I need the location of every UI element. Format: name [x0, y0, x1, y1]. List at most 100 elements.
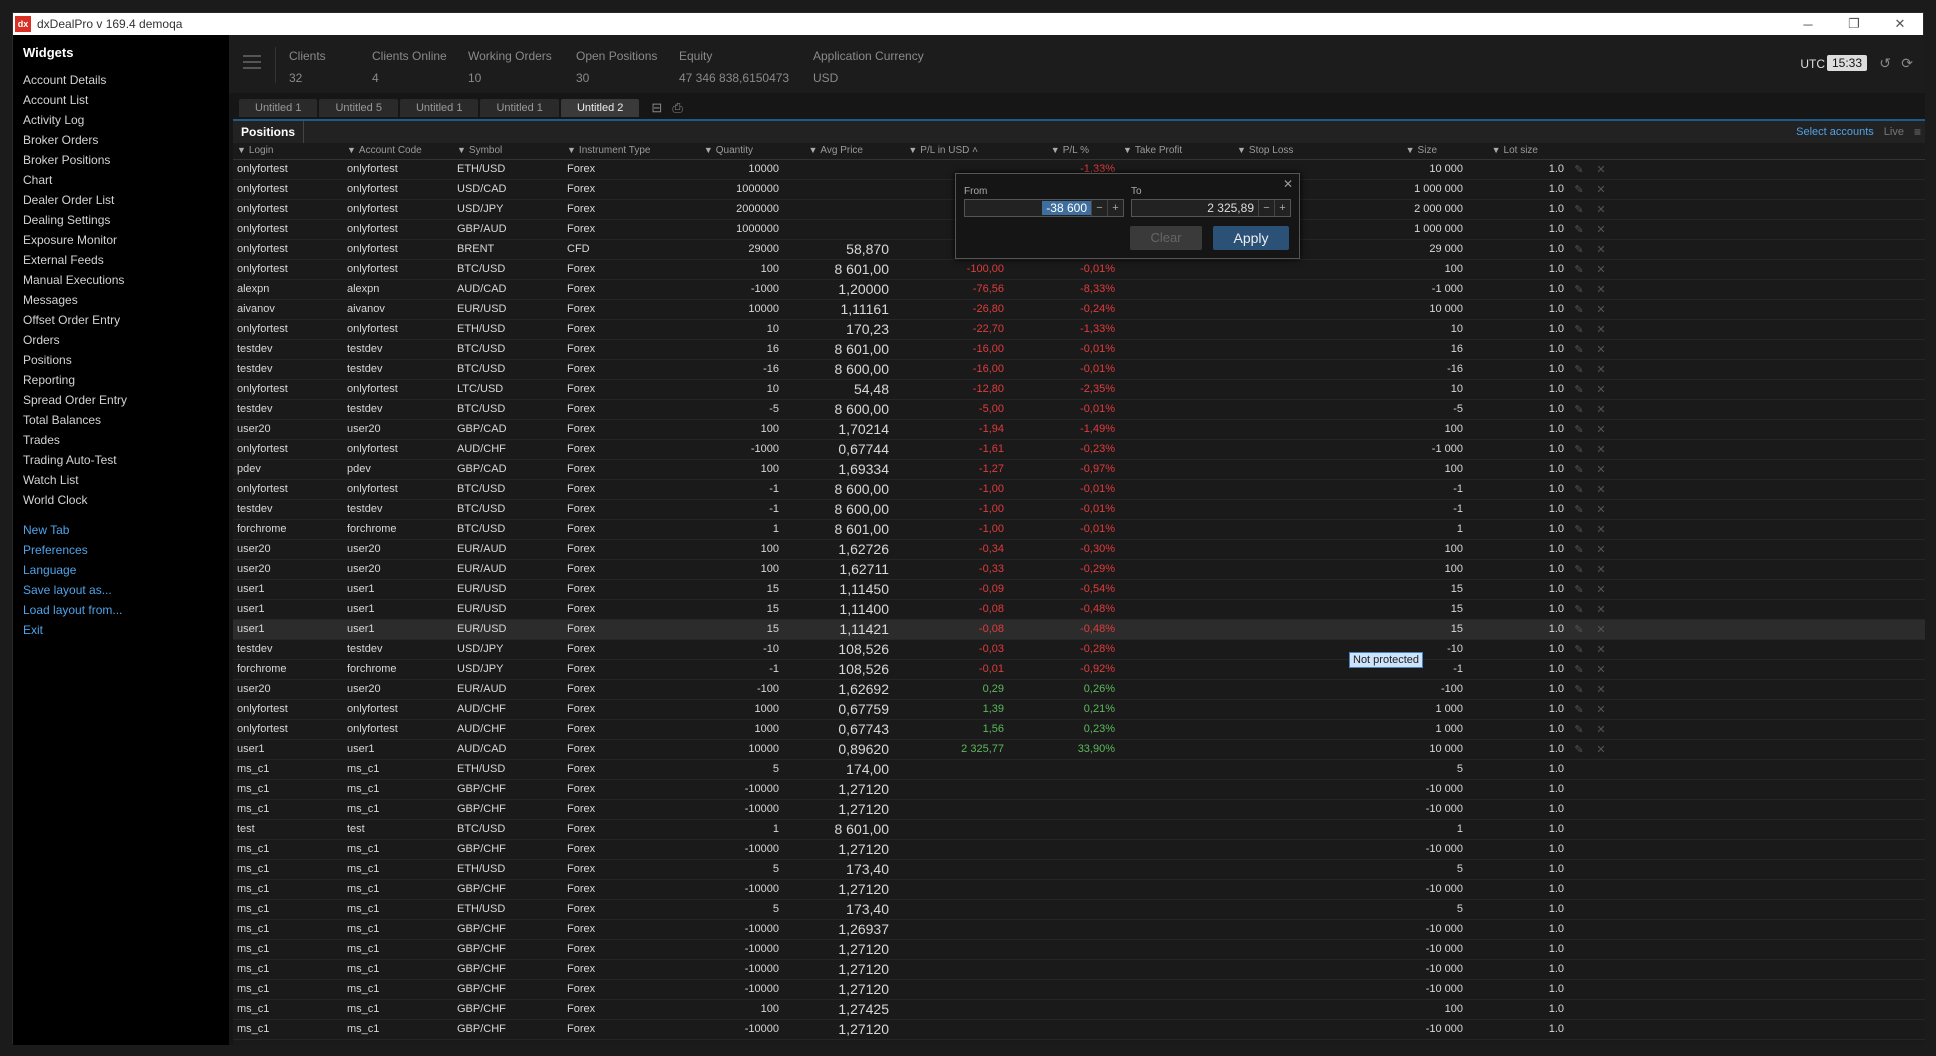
table-row[interactable]: onlyfortest onlyfortest AUD/CHF Forex -1000 0…	[233, 439, 1925, 460]
edit-icon[interactable]: ✎	[1568, 519, 1590, 540]
table-row[interactable]: alexpn alexpn AUD/CAD Forex -1000 1,20000 -76,…	[233, 279, 1925, 300]
edit-icon[interactable]: ✎	[1568, 559, 1590, 580]
filter-icon[interactable]: ▼	[908, 145, 917, 155]
column-header-quantity[interactable]: ▼ Quantity	[675, 143, 783, 160]
sidebar-item-exposure-monitor[interactable]: Exposure Monitor	[23, 230, 229, 250]
sidebar-item-broker-orders[interactable]: Broker Orders	[23, 130, 229, 150]
edit-icon[interactable]: ✎	[1568, 399, 1590, 420]
clear-button[interactable]: Clear	[1130, 226, 1202, 250]
close-position-icon[interactable]: ✕	[1590, 339, 1612, 360]
sidebar-link-exit[interactable]: Exit	[23, 620, 229, 640]
tab-untitled-1[interactable]: Untitled 1	[239, 99, 318, 117]
table-row[interactable]: ms_c1 ms_c1 ETH/USD Forex 5 173,40 5 1.0	[233, 859, 1925, 880]
split-layout-icon[interactable]: ⊟	[651, 99, 662, 117]
sidebar-item-orders[interactable]: Orders	[23, 330, 229, 350]
edit-icon[interactable]: ✎	[1568, 219, 1590, 240]
table-row[interactable]: pdev pdev GBP/CAD Forex 100 1,69334 -1,27 -0,97…	[233, 459, 1925, 480]
table-row[interactable]: ms_c1 ms_c1 ETH/USD Forex 5 173,40 5 1.0	[233, 899, 1925, 920]
table-row[interactable]: onlyfortest onlyfortest AUD/CHF Forex 1000 0,…	[233, 719, 1925, 740]
sidebar-item-total-balances[interactable]: Total Balances	[23, 410, 229, 430]
close-position-icon[interactable]: ✕	[1590, 219, 1612, 240]
filter-icon[interactable]: ▼	[237, 145, 246, 155]
filter-icon[interactable]: ▼	[1492, 145, 1501, 155]
table-row[interactable]: aivanov aivanov EUR/USD Forex 10000 1,11161 -2…	[233, 299, 1925, 320]
edit-icon[interactable]: ✎	[1568, 199, 1590, 220]
edit-icon[interactable]: ✎	[1568, 179, 1590, 200]
close-position-icon[interactable]: ✕	[1590, 179, 1612, 200]
sidebar-item-positions[interactable]: Positions	[23, 350, 229, 370]
sidebar-item-messages[interactable]: Messages	[23, 290, 229, 310]
sidebar-item-chart[interactable]: Chart	[23, 170, 229, 190]
table-row[interactable]: ms_c1 ms_c1 GBP/CHF Forex -10000 1,27120 -10 0…	[233, 779, 1925, 800]
close-position-icon[interactable]: ✕	[1590, 639, 1612, 660]
edit-icon[interactable]: ✎	[1568, 739, 1590, 760]
table-row[interactable]: onlyfortest onlyfortest LTC/USD Forex 10 54,4…	[233, 379, 1925, 400]
sidebar-link-language[interactable]: Language	[23, 560, 229, 580]
column-header-take-profit[interactable]: ▼ Take Profit	[1119, 143, 1233, 160]
sidebar-item-activity-log[interactable]: Activity Log	[23, 110, 229, 130]
edit-icon[interactable]: ✎	[1568, 599, 1590, 620]
table-row[interactable]: ms_c1 ms_c1 GBP/CHF Forex -10000 1,27120 -10 0…	[233, 839, 1925, 860]
edit-icon[interactable]: ✎	[1568, 259, 1590, 280]
column-header-avg-price[interactable]: ▼ Avg Price	[783, 143, 893, 160]
table-row[interactable]: ms_c1 ms_c1 GBP/CHF Forex -10000 1,27120 -10 0…	[233, 979, 1925, 1000]
restore-button[interactable]: ❐	[1831, 13, 1877, 35]
column-header-lot-size[interactable]: ▼ Lot size	[1467, 143, 1568, 160]
tab-untitled-5[interactable]: Untitled 5	[319, 99, 398, 117]
sidebar-item-external-feeds[interactable]: External Feeds	[23, 250, 229, 270]
column-header-symbol[interactable]: ▼ Symbol	[453, 143, 563, 160]
table-row[interactable]: ms_c1 ms_c1 GBP/CHF Forex 100 1,27425 100 1.0	[233, 999, 1925, 1020]
table-row[interactable]: user1 user1 EUR/USD Forex 15 1,11400 -0,08 -0,4…	[233, 599, 1925, 620]
close-position-icon[interactable]: ✕	[1590, 399, 1612, 420]
print-icon[interactable]: ⎙	[672, 99, 682, 117]
edit-icon[interactable]: ✎	[1568, 359, 1590, 380]
edit-icon[interactable]: ✎	[1568, 639, 1590, 660]
live-toggle[interactable]: Live	[1884, 126, 1904, 138]
edit-icon[interactable]: ✎	[1568, 279, 1590, 300]
to-input[interactable]: 2 325,89 − +	[1131, 199, 1291, 217]
refresh-icon[interactable]: ⟳	[1901, 55, 1913, 72]
filter-icon[interactable]: ▼	[704, 145, 713, 155]
sidebar-link-preferences[interactable]: Preferences	[23, 540, 229, 560]
tab-untitled-2[interactable]: Untitled 2	[560, 99, 640, 117]
table-row[interactable]: onlyfortest onlyfortest AUD/CHF Forex 1000 0,…	[233, 699, 1925, 720]
close-position-icon[interactable]: ✕	[1590, 259, 1612, 280]
table-row[interactable]: testdev testdev BTC/USD Forex 16 8 601,00 -16,…	[233, 339, 1925, 360]
tab-untitled-1c[interactable]: Untitled 1	[480, 99, 559, 117]
table-row[interactable]: ms_c1 ms_c1 GBP/CHF Forex -10000 1,27120 -10 0…	[233, 879, 1925, 900]
close-position-icon[interactable]: ✕	[1590, 559, 1612, 580]
column-header-stop-loss[interactable]: ▼ Stop Loss	[1233, 143, 1366, 160]
table-row[interactable]: onlyfortest onlyfortest BTC/USD Forex -1 8 60…	[233, 479, 1925, 500]
close-position-icon[interactable]: ✕	[1590, 599, 1612, 620]
close-position-icon[interactable]: ✕	[1590, 419, 1612, 440]
edit-icon[interactable]: ✎	[1568, 439, 1590, 460]
close-position-icon[interactable]: ✕	[1590, 519, 1612, 540]
edit-icon[interactable]: ✎	[1568, 679, 1590, 700]
table-row[interactable]: ms_c1 ms_c1 GBP/CHF Forex -10000 1,27120 -10 0…	[233, 939, 1925, 960]
table-row[interactable]: testdev testdev BTC/USD Forex -5 8 600,00 -5,0…	[233, 399, 1925, 420]
edit-icon[interactable]: ✎	[1568, 459, 1590, 480]
table-row[interactable]: user1 user1 EUR/USD Forex 15 1,11450 -0,09 -0,5…	[233, 579, 1925, 600]
edit-icon[interactable]: ✎	[1568, 619, 1590, 640]
table-row[interactable]: testdev testdev USD/JPY Forex -10 108,526 -0,0…	[233, 639, 1925, 660]
close-position-icon[interactable]: ✕	[1590, 239, 1612, 260]
column-header-size[interactable]: ▼ Size	[1366, 143, 1467, 160]
edit-icon[interactable]: ✎	[1568, 419, 1590, 440]
sidebar-item-account-details[interactable]: Account Details	[23, 70, 229, 90]
table-row[interactable]: user20 user20 EUR/AUD Forex -100 1,62692 0,29 0…	[233, 679, 1925, 700]
edit-icon[interactable]: ✎	[1568, 379, 1590, 400]
from-increment-button[interactable]: +	[1107, 200, 1123, 216]
column-header-p-l-in-usd[interactable]: ▼ P/L in USD ˄	[893, 143, 1008, 160]
from-value[interactable]: -38 600	[1042, 201, 1091, 215]
close-position-icon[interactable]: ✕	[1590, 499, 1612, 520]
edit-icon[interactable]: ✎	[1568, 499, 1590, 520]
edit-icon[interactable]: ✎	[1568, 159, 1590, 180]
column-header-login[interactable]: ▼ Login	[233, 143, 343, 160]
sidebar-item-offset-order-entry[interactable]: Offset Order Entry	[23, 310, 229, 330]
close-position-icon[interactable]: ✕	[1590, 439, 1612, 460]
sidebar-item-spread-order-entry[interactable]: Spread Order Entry	[23, 390, 229, 410]
table-row[interactable]: testdev testdev BTC/USD Forex -1 8 600,00 -1,0…	[233, 499, 1925, 520]
table-row[interactable]: forchrome forchrome BTC/USD Forex 1 8 601,00-…	[233, 519, 1925, 540]
filter-icon[interactable]: ▼	[808, 145, 817, 155]
filter-icon[interactable]: ▼	[347, 145, 356, 155]
